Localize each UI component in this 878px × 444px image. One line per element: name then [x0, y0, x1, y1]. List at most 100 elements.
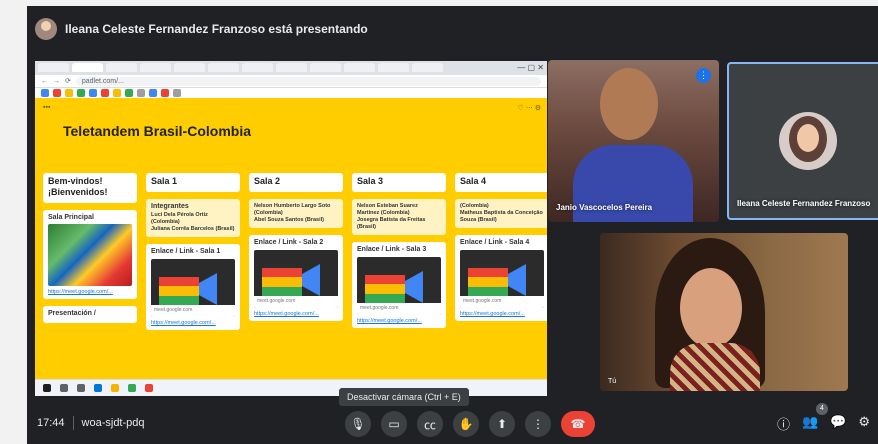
browser-tab[interactable]	[412, 63, 443, 72]
self-view-tile[interactable]: Tú	[600, 233, 848, 391]
self-name: Tú	[608, 378, 617, 385]
self-video-scarf	[670, 343, 760, 391]
hand-icon: ✋	[458, 417, 474, 431]
browser-tab[interactable]	[344, 63, 375, 72]
task-view-icon[interactable]	[77, 384, 85, 392]
padlet-header: ▪▪▪ ♡ ⋯ ⚙	[43, 104, 541, 116]
browser-tab[interactable]	[174, 63, 205, 72]
start-icon[interactable]	[43, 384, 51, 392]
meeting-info: 17:44 woa-sjdt-pdq	[37, 416, 145, 430]
column-header: Sala 3	[352, 173, 446, 192]
padlet-card[interactable]: Enlace / Link - Sala 3 meet.google.com h…	[352, 242, 446, 328]
divider	[72, 416, 74, 430]
browser-tab[interactable]	[106, 63, 137, 72]
browser-tab[interactable]	[378, 63, 409, 72]
avatar	[779, 112, 837, 170]
participant-name: Janio Vascocelos Pereira	[556, 203, 653, 212]
camera-button[interactable]: ▭	[381, 411, 407, 437]
browser-tab[interactable]	[310, 63, 341, 72]
padlet-logo-icon[interactable]: ▪▪▪	[43, 104, 50, 111]
padlet-title-block: Teletandem Brasil-Colombia	[63, 121, 251, 139]
participant-tile[interactable]: ⋮ Janio Vascocelos Pereira	[548, 60, 719, 222]
browser-tab[interactable]	[242, 63, 273, 72]
browser-tab[interactable]	[140, 63, 171, 72]
padlet-card[interactable]: Presentación /	[43, 306, 137, 323]
mic-icon: 🎙	[350, 417, 366, 431]
browser-tab[interactable]	[38, 63, 69, 72]
chat-icon[interactable]: 💬	[830, 414, 846, 433]
card-title: Integrantes	[151, 203, 189, 210]
bookmark-icon[interactable]	[65, 89, 73, 97]
window-controls-icon[interactable]: — ▢ ✕	[517, 63, 544, 75]
forward-icon[interactable]: →	[53, 78, 60, 85]
meet-thumbnail: meet.google.com	[357, 257, 441, 315]
browser-tab[interactable]	[276, 63, 307, 72]
bookmark-icon[interactable]	[101, 89, 109, 97]
browser-tab-active[interactable]	[72, 63, 103, 72]
card-link[interactable]: https://meet.google.com/...	[151, 320, 235, 326]
card-link[interactable]: https://meet.google.com/...	[254, 311, 338, 317]
meet-thumbnail: meet.google.com	[254, 250, 338, 308]
card-link[interactable]: https://meet.google.com/...	[460, 311, 544, 317]
address-bar: ← → ⟳ padlet.com/...	[35, 75, 547, 88]
participant-tile-presenter[interactable]: Ileana Celeste Fernandez Franzoso	[727, 62, 878, 220]
padlet-card[interactable]: (Colombia) Matheus Baptista da Conceição…	[455, 199, 547, 228]
camera-icon: ▭	[388, 417, 400, 431]
captions-button[interactable]: ㏄	[417, 411, 443, 437]
google-meet-logo-icon	[262, 264, 320, 296]
padlet-card[interactable]: Sala Principal https://meet.google.com/.…	[43, 210, 137, 299]
padlet-card[interactable]: Nelson Esteban Suarez Martinez (Colombia…	[352, 199, 446, 235]
bookmark-icon[interactable]	[113, 89, 121, 97]
bookmark-icon[interactable]	[125, 89, 133, 97]
card-names: Nelson Humberto Largo Soto (Colombia) Ab…	[254, 203, 331, 223]
call-controls: 🎙 ▭ ㏄ ✋ ⬆ ⋮ ☎	[345, 411, 595, 437]
opera-icon[interactable]	[145, 384, 153, 392]
bookmark-icon[interactable]	[137, 89, 145, 97]
activities-icon[interactable]: ⚙	[858, 414, 870, 433]
back-icon[interactable]: ←	[41, 78, 48, 85]
bookmark-icon[interactable]	[41, 89, 49, 97]
card-link[interactable]: https://meet.google.com/...	[357, 318, 441, 324]
more-options-button[interactable]: ⋮	[525, 411, 551, 437]
padlet-card[interactable]: Enlace / Link - Sala 2 meet.google.com h…	[249, 235, 343, 321]
bookmark-icon[interactable]	[53, 89, 61, 97]
bookmark-icon[interactable]	[173, 89, 181, 97]
thumb-domain: meet.google.com	[460, 296, 544, 308]
browser-tab[interactable]	[208, 63, 239, 72]
bookmark-icon[interactable]	[161, 89, 169, 97]
bookmark-icon[interactable]	[89, 89, 97, 97]
end-call-button[interactable]: ☎	[561, 411, 595, 437]
padlet-card[interactable]: Enlace / Link - Sala 4 meet.google.com h…	[455, 235, 547, 321]
column-header: Sala 1	[146, 173, 240, 192]
bookmark-icon[interactable]	[77, 89, 85, 97]
card-link[interactable]: https://meet.google.com/...	[48, 289, 132, 295]
presenter-text: Ileana Celeste Fernandez Franzoso está p…	[65, 22, 368, 36]
card-title: Sala Principal	[48, 214, 94, 221]
card-names: Nelson Esteban Suarez Martinez (Colombia…	[357, 203, 426, 230]
info-icon[interactable]: ⓘ	[777, 414, 790, 433]
bookmark-icon[interactable]	[149, 89, 157, 97]
padlet-card[interactable]: Integrantes Luci Dela Pérola Ortiz (Colo…	[146, 199, 240, 237]
speaking-indicator-icon: ⋮	[696, 68, 711, 83]
reload-icon[interactable]: ⟳	[65, 77, 71, 85]
edge-icon[interactable]	[94, 384, 102, 392]
thumb-domain: meet.google.com	[254, 296, 338, 308]
raise-hand-button[interactable]: ✋	[453, 411, 479, 437]
card-names: (Colombia) Matheus Baptista da Conceição…	[460, 203, 543, 223]
card-title: Enlace / Link - Sala 3	[357, 246, 427, 253]
self-video-face	[680, 268, 742, 348]
chrome-icon[interactable]	[128, 384, 136, 392]
meeting-code[interactable]: woa-sjdt-pdq	[82, 417, 145, 429]
thumb-domain: meet.google.com	[151, 305, 235, 317]
search-icon[interactable]	[60, 384, 68, 392]
people-icon[interactable]: 👥	[802, 414, 818, 433]
padlet-header-actions-icon[interactable]: ♡ ⋯ ⚙	[518, 104, 541, 112]
present-button[interactable]: ⬆	[489, 411, 515, 437]
mic-button[interactable]: 🎙	[345, 411, 371, 437]
padlet-card[interactable]: Nelson Humberto Largo Soto (Colombia) Ab…	[249, 199, 343, 228]
url-field[interactable]: padlet.com/...	[75, 76, 541, 86]
padlet-card[interactable]: Enlace / Link - Sala 1 meet.google.com h…	[146, 244, 240, 330]
present-icon: ⬆	[496, 417, 508, 431]
meet-thumbnail: meet.google.com	[460, 250, 544, 308]
folder-icon[interactable]	[111, 384, 119, 392]
